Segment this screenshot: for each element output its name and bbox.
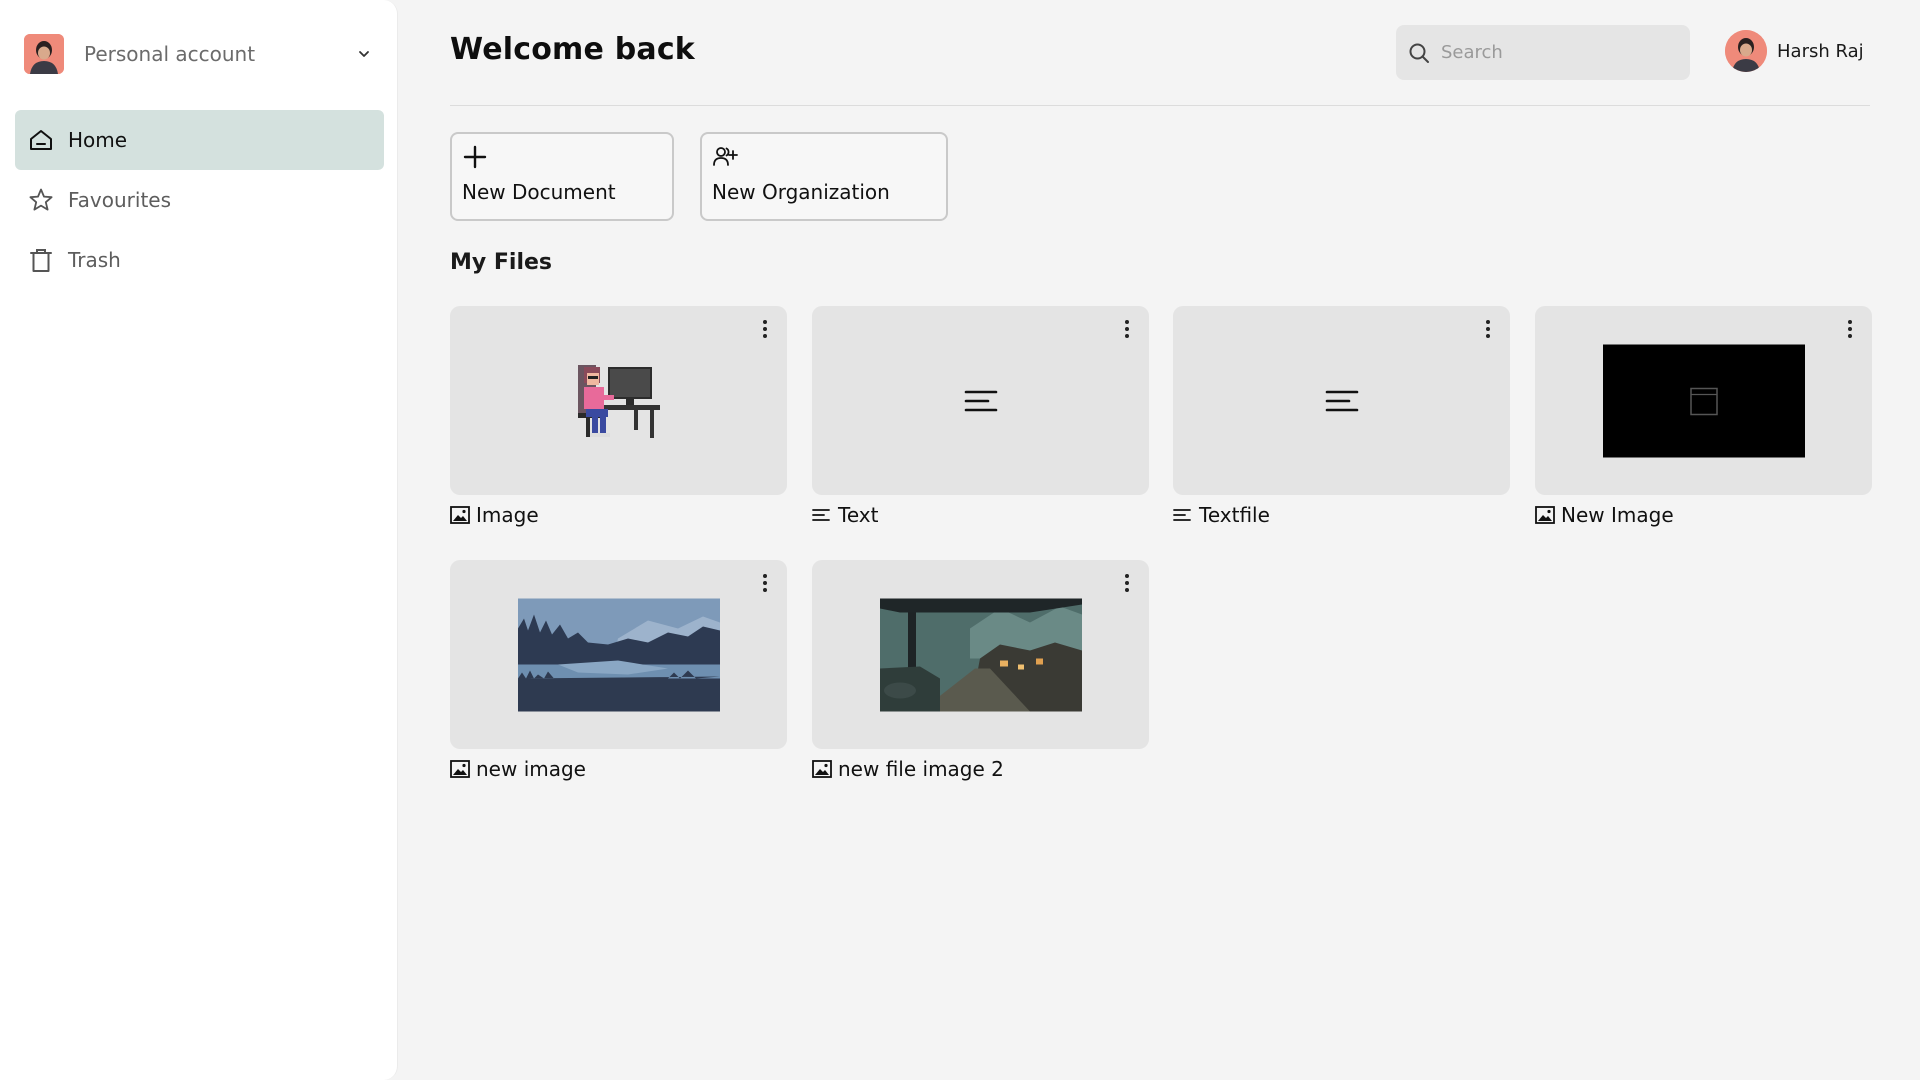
new-document-button[interactable]: New Document <box>450 132 674 221</box>
file-thumbnail[interactable] <box>450 306 787 495</box>
file-name: Text <box>838 503 879 527</box>
star-icon <box>27 186 55 214</box>
new-document-label: New Document <box>462 180 616 204</box>
sidebar-item-trash[interactable]: Trash <box>15 230 384 290</box>
new-organization-button[interactable]: New Organization <box>700 132 948 221</box>
home-icon <box>27 126 55 154</box>
more-options-icon[interactable] <box>755 316 775 342</box>
user-profile[interactable]: Harsh Raj <box>1725 30 1864 72</box>
page-title: Welcome back <box>450 32 695 67</box>
file-name: new image <box>476 757 586 781</box>
add-user-icon <box>713 147 738 166</box>
file-caption[interactable]: new file image 2 <box>812 757 1149 781</box>
image-icon <box>1535 505 1555 525</box>
chevron-down-icon <box>359 51 369 57</box>
more-options-icon[interactable] <box>755 570 775 596</box>
trash-icon <box>27 246 55 274</box>
image-icon <box>812 759 832 779</box>
new-organization-label: New Organization <box>712 180 890 204</box>
section-title: My Files <box>450 250 553 275</box>
text-lines-icon <box>812 505 832 525</box>
file-caption[interactable]: new image <box>450 757 787 781</box>
file-name: new file image 2 <box>838 757 1004 781</box>
sidebar-item-label: Home <box>68 128 128 152</box>
plus-icon <box>463 145 487 169</box>
more-options-icon[interactable] <box>1478 316 1498 342</box>
main-content: Welcome back Harsh Raj New Document <box>450 0 1872 1080</box>
file-caption[interactable]: Text <box>812 503 1149 527</box>
file-caption[interactable]: Textfile <box>1173 503 1510 527</box>
lake-forest-landscape <box>517 598 720 711</box>
pixel-art-desk-illustration <box>577 364 660 438</box>
header-divider <box>450 105 1870 106</box>
file-caption[interactable]: Image <box>450 503 787 527</box>
file-name: Image <box>476 503 539 527</box>
file-thumbnail[interactable] <box>812 306 1149 495</box>
user-name: Harsh Raj <box>1777 40 1864 62</box>
sidebar: Personal account Home Favourites Trash <box>0 0 398 1080</box>
search-input[interactable] <box>1441 42 1681 63</box>
account-label: Personal account <box>84 42 256 66</box>
sidebar-item-home[interactable]: Home <box>15 110 384 170</box>
search-box[interactable] <box>1396 25 1690 80</box>
rainy-street-scene <box>879 598 1082 711</box>
more-options-icon[interactable] <box>1840 316 1860 342</box>
file-card[interactable]: new image <box>450 560 787 781</box>
text-lines-icon <box>964 390 997 411</box>
text-lines-icon <box>1173 505 1193 525</box>
image-icon <box>450 505 470 525</box>
account-switcher[interactable]: Personal account <box>24 34 374 74</box>
file-card[interactable]: new file image 2 <box>812 560 1149 781</box>
account-avatar <box>24 34 64 74</box>
file-thumbnail[interactable] <box>1173 306 1510 495</box>
black-screenshot <box>1602 344 1805 457</box>
text-lines-icon <box>1325 390 1358 411</box>
file-thumbnail[interactable] <box>450 560 787 749</box>
file-name: New Image <box>1561 503 1674 527</box>
search-icon <box>1409 43 1429 63</box>
sidebar-item-favourites[interactable]: Favourites <box>15 170 384 230</box>
file-card[interactable]: Textfile <box>1173 306 1510 527</box>
more-options-icon[interactable] <box>1117 316 1137 342</box>
sidebar-item-label: Trash <box>68 248 121 272</box>
file-card[interactable]: New Image <box>1535 306 1872 527</box>
file-caption[interactable]: New Image <box>1535 503 1872 527</box>
file-name: Textfile <box>1199 503 1270 527</box>
file-thumbnail[interactable] <box>812 560 1149 749</box>
sidebar-item-label: Favourites <box>68 188 172 212</box>
sidebar-nav: Home Favourites Trash <box>15 110 384 290</box>
file-thumbnail[interactable] <box>1535 306 1872 495</box>
more-options-icon[interactable] <box>1117 570 1137 596</box>
image-icon <box>450 759 470 779</box>
file-card[interactable]: Image <box>450 306 787 527</box>
file-card[interactable]: Text <box>812 306 1149 527</box>
avatar <box>1725 30 1767 72</box>
